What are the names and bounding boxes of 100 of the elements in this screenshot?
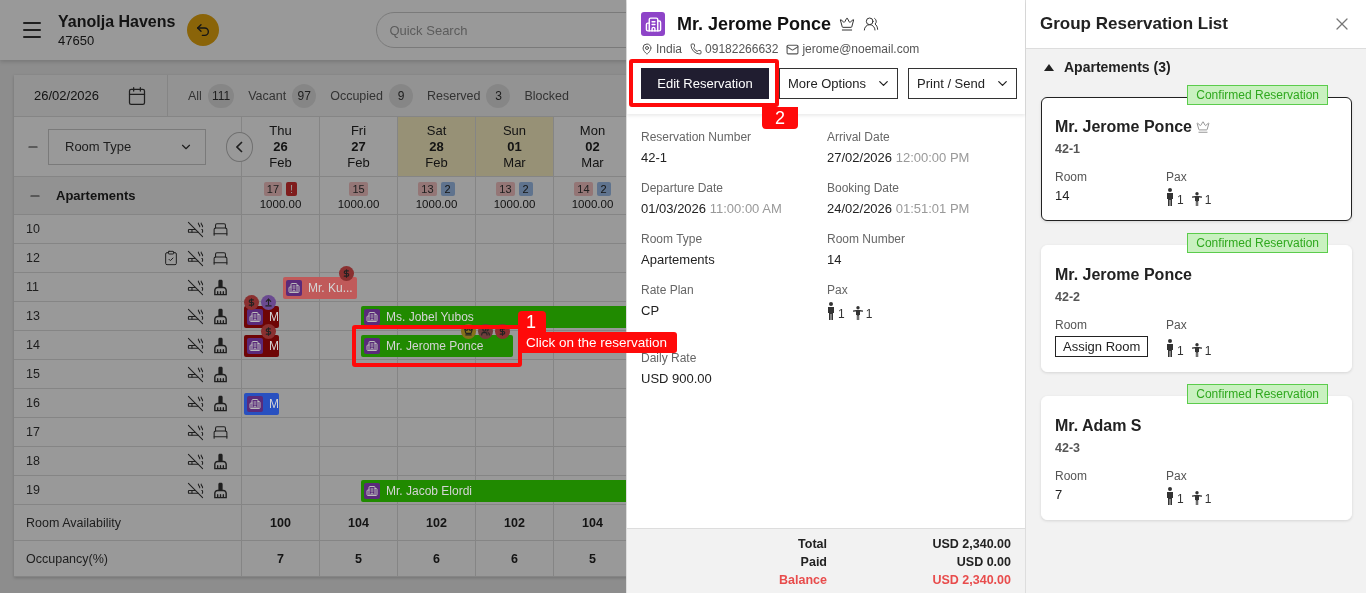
step-number: 1 xyxy=(518,311,546,333)
status-tag: Confirmed Reservation xyxy=(1187,384,1328,404)
room-number: 15 xyxy=(26,367,40,381)
building-icon xyxy=(641,12,665,36)
field-value: CP xyxy=(641,302,661,319)
filter-chip[interactable]: Vacant 97 xyxy=(248,83,317,108)
available-count: 13 xyxy=(496,181,515,196)
field-value: 42-1 xyxy=(641,149,669,166)
section-toggle[interactable]: Apartements (3) xyxy=(1026,49,1366,85)
room-number: 19 xyxy=(26,483,40,497)
field-label: Pax xyxy=(1166,318,1188,332)
summary-value: 104 xyxy=(348,515,369,530)
reservation-bar[interactable]: Mr. Ku... xyxy=(283,277,357,299)
reservation-bar[interactable]: M xyxy=(244,335,279,357)
child-count: 1 xyxy=(1204,194,1212,206)
available-count: 13 xyxy=(418,181,437,196)
room-type-select[interactable]: Room Type xyxy=(48,128,206,165)
room-number: 12 xyxy=(26,251,40,265)
reservation-bar[interactable]: M xyxy=(244,393,279,415)
adult-count: 1 xyxy=(838,308,845,320)
calendar-icon[interactable] xyxy=(127,85,147,106)
phone-icon xyxy=(690,43,703,55)
field-value: 01/03/2026 11:00:00 AM xyxy=(641,200,783,217)
child-count: 1 xyxy=(1204,493,1212,505)
category-name: Apartements xyxy=(56,188,136,203)
month-text: Feb xyxy=(425,154,448,171)
reservation-bar[interactable]: Mr. Jerome Ponce xyxy=(361,335,513,357)
phone-text: 09182266632 xyxy=(705,42,779,56)
day-number: 28 xyxy=(429,138,444,155)
guest-name: Mr. Adam S xyxy=(1055,417,1142,435)
room-number: 14 xyxy=(26,338,40,352)
field-label: Arrival Date xyxy=(827,129,891,145)
room-number: 17 xyxy=(26,425,40,439)
reservation-number: 42-2 xyxy=(1055,290,1082,304)
reservation-number: 42-3 xyxy=(1055,441,1082,455)
weekday-text: Thu xyxy=(269,122,292,139)
count-badge: 2 xyxy=(518,181,533,196)
email-text: jerome@noemail.com xyxy=(802,42,920,56)
field-label: Pax xyxy=(1166,170,1188,184)
dropdown-button[interactable]: Print / Send xyxy=(908,68,1017,99)
assign-room-button[interactable]: Assign Room xyxy=(1055,336,1149,357)
filter-chip[interactable]: Occupied 9 xyxy=(330,83,413,108)
total-label: Total xyxy=(797,537,827,551)
caret-up-icon xyxy=(1044,63,1054,71)
field-label: Room xyxy=(1055,170,1088,184)
child-icon xyxy=(1191,192,1202,206)
rate-text: 1000.00 xyxy=(259,197,302,210)
undo-icon xyxy=(195,22,212,38)
field-label: Rate Plan xyxy=(641,282,695,298)
summary-value: 104 xyxy=(582,515,603,530)
field-label: Room xyxy=(1055,318,1088,332)
step-number: 2 xyxy=(762,107,798,129)
building-icon xyxy=(364,309,380,325)
child-count: 1 xyxy=(1204,345,1212,357)
adult-icon xyxy=(1166,487,1174,505)
child-icon xyxy=(1191,491,1202,505)
field-label: Reservation Number xyxy=(641,129,753,145)
room-number: 7 xyxy=(1055,487,1064,504)
day-number: 26 xyxy=(273,138,288,155)
available-count: 14 xyxy=(574,181,593,196)
building-icon xyxy=(247,309,263,325)
filter-chip[interactable]: Blocked xyxy=(524,88,569,103)
summary-value: 6 xyxy=(433,551,440,566)
weekday-text: Sat xyxy=(426,122,447,139)
status-tag: Confirmed Reservation xyxy=(1187,233,1328,253)
day-number: 01 xyxy=(507,138,522,155)
filter-chip[interactable]: All 111 xyxy=(188,83,235,108)
count-badge: 111 xyxy=(207,83,235,108)
field-label: Pax xyxy=(827,282,849,298)
undo-button[interactable] xyxy=(187,14,220,46)
previous-button[interactable] xyxy=(225,131,253,162)
count-badge: 97 xyxy=(292,83,317,108)
summary-value: 6 xyxy=(511,551,518,566)
filter-chip[interactable]: Reserved 3 xyxy=(426,83,511,108)
summary-value: 5 xyxy=(355,551,362,566)
field-label: Pax xyxy=(1166,469,1188,483)
building-icon xyxy=(364,483,380,499)
room-number: 11 xyxy=(26,280,39,294)
edit-button[interactable]: Edit Reservation xyxy=(641,68,769,99)
panel-title: Group Reservation List xyxy=(1040,14,1228,34)
summary-label: Room Availability xyxy=(26,515,121,530)
guest-name: Mr. Jerome Ponce xyxy=(1055,118,1192,136)
weekday-text: Mon xyxy=(579,122,606,139)
field-value: 14 xyxy=(827,251,843,268)
dropdown-button[interactable]: More Options xyxy=(779,68,899,99)
day-number: 02 xyxy=(585,138,600,155)
adult-count: 1 xyxy=(1177,493,1184,505)
guest-name: Mr. Jerome Ponce xyxy=(677,13,832,35)
field-value: 24/02/2026 01:51:01 PM xyxy=(827,200,971,217)
month-text: Feb xyxy=(269,154,292,171)
building-icon xyxy=(247,338,263,354)
weekday-text: Sun xyxy=(502,122,527,139)
search-field[interactable]: Quick Search xyxy=(376,12,626,48)
field-value: USD 900.00 xyxy=(641,370,713,387)
reservation-bar[interactable]: Mr. Jacob Elordi xyxy=(361,480,626,502)
summary-value: 7 xyxy=(277,551,284,566)
adult-count: 1 xyxy=(1177,194,1184,206)
location-icon xyxy=(641,43,653,55)
guest-name: Mr. Jerome Ponce xyxy=(1055,266,1192,284)
day-number: 27 xyxy=(351,138,366,155)
